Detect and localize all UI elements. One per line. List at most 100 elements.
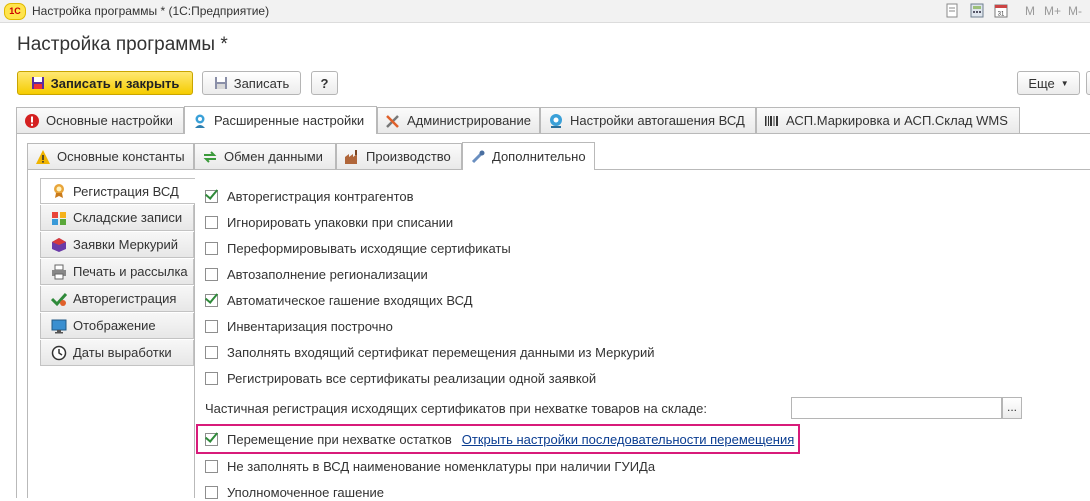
panel-border <box>16 133 17 498</box>
setting-label: Автозаполнение регионализации <box>227 266 428 282</box>
checkbox[interactable] <box>205 189 218 203</box>
checkbox[interactable] <box>205 432 218 446</box>
sidebar-item-label: Авторегистрация <box>73 291 177 306</box>
checkbox[interactable] <box>205 267 218 281</box>
sidebar-item-label: Складские записи <box>73 210 183 225</box>
clock-icon <box>51 345 67 361</box>
mercury-icon <box>51 237 67 253</box>
tab-label: Расширенные настройки <box>214 113 365 128</box>
extra-toolbar-button[interactable] <box>1086 71 1090 95</box>
tab-administration[interactable]: Администрирование <box>377 107 540 133</box>
tab-additional[interactable]: Дополнительно <box>462 142 595 170</box>
setting-label: Регистрировать все сертификаты реализаци… <box>227 370 597 386</box>
tab-data-exchange[interactable]: Обмен данными <box>194 143 336 169</box>
setting-label: Авторегистрация контрагентов <box>227 188 414 204</box>
save-icon <box>214 77 227 89</box>
sidebar-item-production-dates[interactable]: Даты выработки <box>40 340 194 366</box>
checkbox[interactable] <box>205 485 218 499</box>
sidebar-item-display[interactable]: Отображение <box>40 313 194 339</box>
setting-ignore-packaging[interactable]: Игнорировать упаковки при списании <box>205 213 453 231</box>
tab-label: Дополнительно <box>492 149 586 164</box>
checkbox[interactable] <box>205 319 218 333</box>
checkbox[interactable] <box>205 345 218 359</box>
app-logo: 1С <box>4 3 26 20</box>
tab-advanced-settings[interactable]: Расширенные настройки <box>184 106 377 134</box>
tool-icon <box>470 149 486 165</box>
warning-icon <box>24 113 40 129</box>
sidebar-item-print-mailing[interactable]: Печать и рассылка <box>40 259 194 285</box>
checkbox[interactable] <box>205 215 218 229</box>
sidebar: Регистрация ВСД Складские записи Заявки … <box>40 178 195 498</box>
checkbox[interactable] <box>205 241 218 255</box>
memory-store-button[interactable]: M <box>1025 4 1035 18</box>
sidebar-item-auto-registration[interactable]: Авторегистрация <box>40 286 194 312</box>
open-transfer-sequence-link[interactable]: Открыть настройки последовательности пер… <box>462 432 795 447</box>
settings-user-icon <box>192 113 208 129</box>
more-button[interactable]: Еще ▼ <box>1017 71 1080 95</box>
auto-settings-icon <box>548 113 564 129</box>
setting-label: Не заполнять в ВСД наименование номенкла… <box>227 458 656 474</box>
tools-icon <box>385 113 401 129</box>
help-button[interactable]: ? <box>311 71 338 95</box>
save-close-button[interactable]: Записать и закрыть <box>17 71 193 95</box>
warehouse-icon <box>51 210 67 226</box>
setting-transfer-on-shortage[interactable]: Перемещение при нехватке остатков Открыт… <box>205 430 794 448</box>
setting-inventory-by-row[interactable]: Инвентаризация построчно <box>205 317 393 335</box>
sidebar-item-mercury-requests[interactable]: Заявки Меркурий <box>40 232 194 258</box>
setting-label: Перемещение при нехватке остатков <box>227 431 452 447</box>
sidebar-item-vsd-registration[interactable]: Регистрация ВСД <box>40 178 195 204</box>
warning-icon <box>35 149 51 165</box>
sidebar-item-warehouse-records[interactable]: Складские записи <box>40 205 194 231</box>
setting-label: Уполномоченное гашение <box>227 484 384 500</box>
sidebar-item-label: Отображение <box>73 318 156 333</box>
setting-label: Инвентаризация построчно <box>227 318 393 334</box>
tab-divider <box>376 133 1090 134</box>
memory-subtract-button[interactable]: M- <box>1068 4 1082 18</box>
save-button[interactable]: Записать <box>202 71 301 95</box>
setting-authorized-redemption[interactable]: Уполномоченное гашение <box>205 483 384 501</box>
sidebar-item-label: Заявки Меркурий <box>73 237 178 252</box>
exchange-icon <box>202 149 218 165</box>
tab-label: Основные константы <box>57 149 185 164</box>
tab-production[interactable]: Производство <box>336 143 462 169</box>
auto-check-icon <box>51 291 67 307</box>
calculator-icon[interactable] <box>970 3 984 18</box>
tab-marking-wms[interactable]: АСП.Маркировка и АСП.Склад WMS <box>756 107 1020 133</box>
subtab-divider <box>595 169 1090 170</box>
svg-text:31: 31 <box>998 12 1005 18</box>
tab-divider <box>16 133 184 134</box>
checkbox[interactable] <box>205 371 218 385</box>
memory-add-button[interactable]: M+ <box>1044 4 1061 18</box>
subtab-divider <box>27 169 462 170</box>
setting-label: Заполнять входящий сертификат перемещени… <box>227 344 655 360</box>
setting-no-name-with-guid[interactable]: Не заполнять в ВСД наименование номенкла… <box>205 457 655 475</box>
chevron-down-icon: ▼ <box>1060 78 1069 88</box>
setting-label: Автоматическое гашение входящих ВСД <box>227 292 473 308</box>
save-label: Записать <box>233 75 290 91</box>
window-titlebar: 1С Настройка программы * (1С:Предприятие… <box>0 0 1090 23</box>
barcode-icon <box>764 113 780 129</box>
factory-icon <box>344 149 360 165</box>
setting-fill-incoming-transfer[interactable]: Заполнять входящий сертификат перемещени… <box>205 343 655 361</box>
tab-label: АСП.Маркировка и АСП.Склад WMS <box>786 113 1008 128</box>
checkbox[interactable] <box>205 459 218 473</box>
tab-label: Настройки автогашения ВСД <box>570 113 745 128</box>
setting-auto-register-counterparties[interactable]: Авторегистрация контрагентов <box>205 187 414 205</box>
tab-basic-constants[interactable]: Основные константы <box>27 143 194 169</box>
window-title: Настройка программы * (1С:Предприятие) <box>32 4 270 18</box>
partial-registration-input[interactable] <box>791 397 1002 419</box>
tab-auto-redemption[interactable]: Настройки автогашения ВСД <box>540 107 756 133</box>
document-icon[interactable] <box>945 3 959 18</box>
setting-auto-regionalization[interactable]: Автозаполнение регионализации <box>205 265 428 283</box>
printer-icon <box>51 264 67 280</box>
checkbox[interactable] <box>205 293 218 307</box>
setting-register-all-one-request[interactable]: Регистрировать все сертификаты реализаци… <box>205 369 596 387</box>
tab-label: Администрирование <box>407 113 531 128</box>
setting-reform-outgoing[interactable]: Переформировывать исходящие сертификаты <box>205 239 511 257</box>
tab-main-settings[interactable]: Основные настройки <box>16 107 184 133</box>
setting-auto-redeem-incoming[interactable]: Автоматическое гашение входящих ВСД <box>205 291 473 309</box>
partial-registration-select-button[interactable]: ... <box>1002 397 1022 419</box>
certificate-icon <box>51 183 67 199</box>
partial-registration-label: Частичная регистрация исходящих сертифик… <box>205 400 707 416</box>
calendar-icon[interactable]: 31 <box>994 3 1008 18</box>
